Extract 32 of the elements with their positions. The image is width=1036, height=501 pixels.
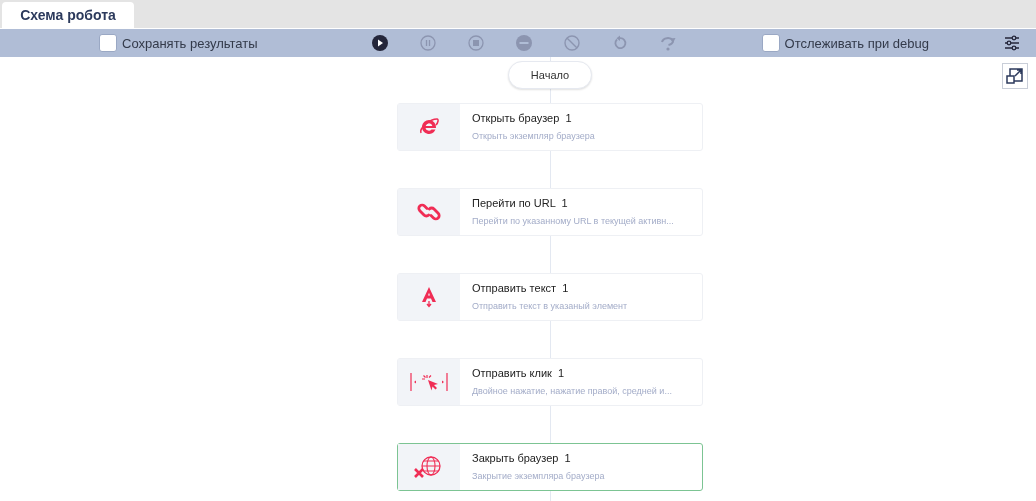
step-description: Двойное нажатие, нажатие правой, средней и...	[472, 386, 672, 396]
step-description: Открыть экземпляр браузера	[472, 131, 595, 141]
step-title: Перейти по URL 1	[472, 197, 569, 209]
checkbox-label: Отслеживать при debug	[784, 35, 929, 51]
play-button[interactable]	[370, 34, 389, 52]
tab[interactable]: Схема робота	[2, 2, 134, 28]
step-card[interactable]: Закрыть браузер 1 Закрытие экземпляра браузера	[397, 443, 703, 491]
step-over-icon	[659, 35, 676, 51]
pause-icon	[419, 35, 436, 51]
step-title: Закрыть браузер 1	[472, 452, 572, 464]
play-icon	[371, 35, 388, 51]
step-card[interactable]: Перейти по URL 1 Перейти по указанному URL в текущей активн...	[397, 188, 703, 236]
minus-circle-icon	[515, 35, 532, 51]
step-description: Перейти по указанному URL в текущей активн...	[472, 216, 674, 226]
click-cursor-icon	[410, 371, 448, 393]
step-title: Отправить клик 1	[472, 367, 566, 379]
step-card[interactable]: Открыть браузер 1 Открыть экземпляр браузера	[397, 103, 703, 151]
expand-button[interactable]	[1002, 63, 1028, 89]
step-description: Закрытие экземпляра браузера	[472, 471, 605, 481]
start-node[interactable]: Начало	[508, 61, 592, 89]
step-title: Отправить текст 1	[472, 282, 570, 294]
checkbox[interactable]	[99, 34, 117, 52]
checkbox-label: Сохранять результаты	[122, 35, 258, 51]
step-card[interactable]: Отправить клик 1 Двойное нажатие, нажатие правой, средней и...	[397, 358, 703, 406]
step-title: Открыть браузер 1	[472, 112, 573, 124]
settings-button[interactable]	[1003, 34, 1021, 52]
stop-icon	[467, 35, 484, 51]
step-card[interactable]: Отправить текст 1 Отправить текст в указаный элемент	[397, 273, 703, 321]
checkbox[interactable]	[761, 34, 780, 52]
step-description: Отправить текст в указаный элемент	[472, 301, 628, 311]
letter-arrow-icon	[420, 286, 438, 308]
forbidden-icon	[563, 35, 580, 51]
